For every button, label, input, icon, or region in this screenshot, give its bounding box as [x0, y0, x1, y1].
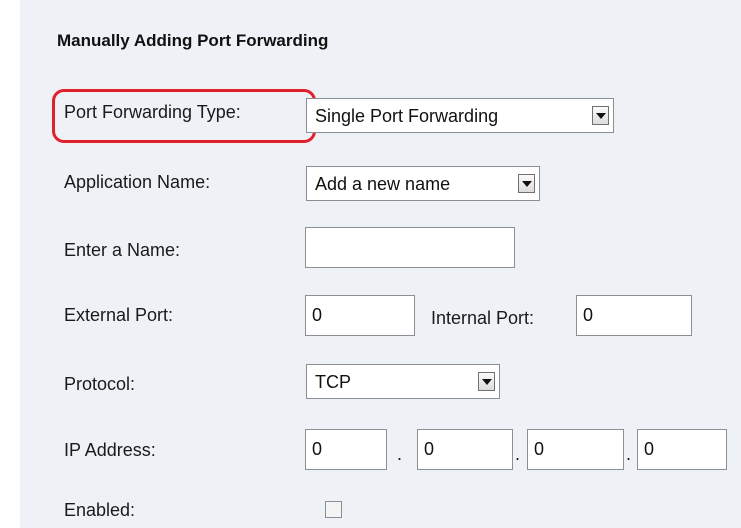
internal-port-label: Internal Port:: [431, 308, 535, 328]
ip-octet-3-input[interactable]: [527, 429, 624, 470]
chevron-down-icon[interactable]: [478, 372, 495, 391]
ip-octet-2-input[interactable]: [417, 429, 513, 470]
ip-address-label: IP Address:: [64, 440, 156, 460]
external-port-label: External Port:: [64, 305, 174, 325]
ip-octet-4-input[interactable]: [637, 429, 727, 470]
port-forwarding-type-label: Port Forwarding Type:: [64, 102, 241, 122]
application-name-select[interactable]: Add a new name: [306, 166, 540, 201]
port-forwarding-type-select[interactable]: Single Port Forwarding: [306, 98, 614, 133]
enabled-checkbox[interactable]: [325, 501, 342, 518]
protocol-select[interactable]: TCP: [306, 364, 500, 399]
ip-separator: .: [515, 444, 521, 464]
internal-port-input[interactable]: [576, 295, 692, 336]
ip-separator: .: [397, 444, 403, 464]
protocol-value: TCP: [315, 372, 351, 392]
ip-octet-1-input[interactable]: [305, 429, 387, 470]
application-name-label: Application Name:: [64, 172, 211, 192]
external-port-input[interactable]: [305, 295, 415, 336]
protocol-label: Protocol:: [64, 374, 136, 394]
application-name-value: Add a new name: [315, 174, 451, 194]
settings-panel: Manually Adding Port Forwarding Port For…: [20, 0, 741, 528]
chevron-down-icon[interactable]: [518, 174, 535, 193]
section-title: Manually Adding Port Forwarding: [57, 31, 329, 50]
chevron-down-icon[interactable]: [592, 106, 609, 125]
ip-separator: .: [626, 444, 632, 464]
port-forwarding-type-value: Single Port Forwarding: [315, 106, 499, 126]
enabled-label: Enabled:: [64, 500, 136, 520]
enter-name-label: Enter a Name:: [64, 240, 181, 260]
enter-name-input[interactable]: [305, 227, 515, 268]
